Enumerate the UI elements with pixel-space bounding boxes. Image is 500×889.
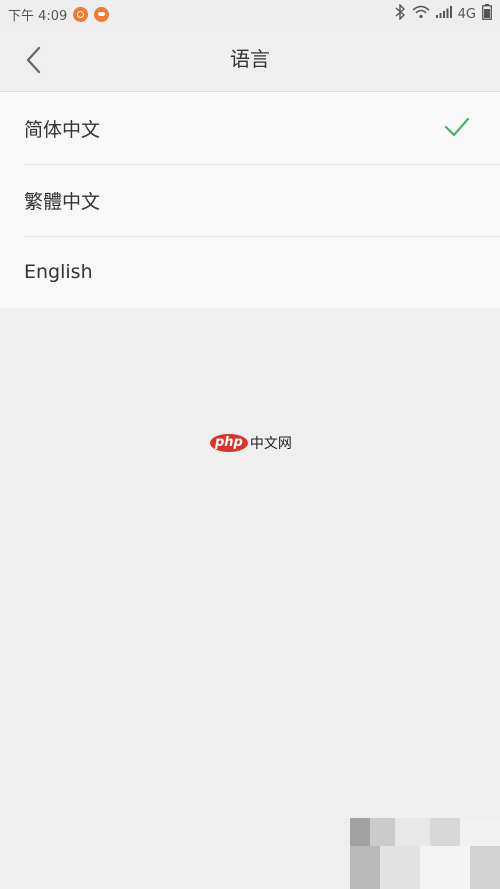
chat-icon — [94, 6, 110, 22]
wifi-icon — [412, 5, 430, 23]
battery-icon — [482, 4, 492, 24]
status-right: 4G — [394, 3, 492, 24]
network-type: 4G — [457, 6, 476, 22]
back-button[interactable] — [14, 40, 54, 80]
watermark: php 中文网 — [210, 433, 292, 453]
language-label: 繁體中文 — [24, 190, 101, 213]
language-option-simplified-chinese[interactable]: 简体中文 — [0, 92, 500, 164]
bluetooth-icon — [394, 3, 406, 24]
language-label: English — [24, 261, 93, 283]
language-option-english[interactable]: English — [0, 236, 500, 308]
nav-bar: 语言 — [0, 28, 500, 92]
chevron-left-icon — [26, 46, 41, 74]
watermark-logo: php — [210, 434, 248, 452]
signal-icon — [435, 6, 452, 22]
language-list: 简体中文 繁體中文 English — [0, 92, 500, 308]
status-time: 下午 4:09 — [8, 8, 68, 24]
check-icon — [444, 117, 470, 137]
notification-icon — [73, 6, 89, 22]
language-label: 简体中文 — [24, 118, 101, 141]
status-left: 下午 4:09 — [8, 5, 110, 24]
page-title: 语言 — [230, 47, 270, 71]
watermark-text: 中文网 — [249, 436, 292, 452]
language-option-traditional-chinese[interactable]: 繁體中文 — [0, 164, 500, 236]
status-bar: 下午 4:09 4G — [0, 0, 500, 28]
pixelated-corner — [350, 818, 500, 889]
